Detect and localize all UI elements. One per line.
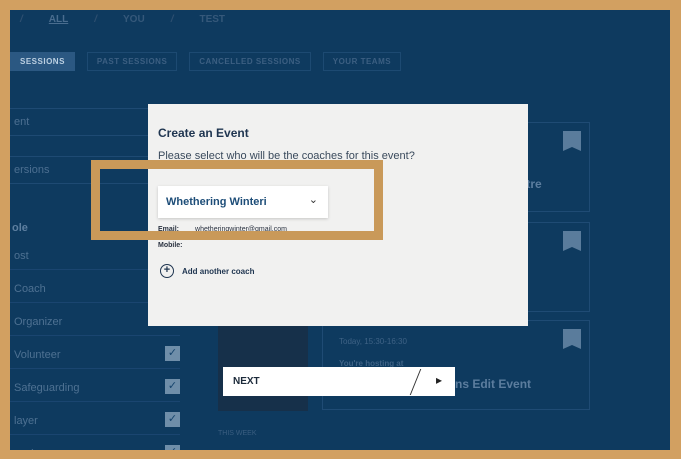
caret-right-icon: ▸ xyxy=(436,373,443,387)
filter-test[interactable]: TEST xyxy=(199,14,225,25)
role-label: Volunteer xyxy=(14,348,61,361)
bookmark-icon[interactable] xyxy=(563,131,581,151)
role-label: Organizer xyxy=(14,315,63,328)
modal-title: Create an Event xyxy=(158,126,249,140)
next-label: NEXT xyxy=(233,376,260,387)
role-row-volunteer[interactable]: Volunteer ✓ xyxy=(10,341,180,369)
tab-past-sessions[interactable]: PAST SESSIONS xyxy=(86,52,178,71)
tab-your-teams[interactable]: YOUR TEAMS xyxy=(322,52,402,71)
highlight-box xyxy=(91,160,383,240)
event-card[interactable]: Today, 15:30-16:30 You're hosting at ns … xyxy=(322,320,590,410)
plus-circle-icon: + xyxy=(160,264,174,278)
filter-separator: / xyxy=(20,13,23,25)
next-button[interactable]: NEXT ▸ xyxy=(223,367,455,396)
checkbox-checked[interactable]: ✓ xyxy=(165,379,180,394)
session-tabs: SESSIONS PAST SESSIONS CANCELLED SESSION… xyxy=(10,52,402,71)
coach-mobile: Mobile: xyxy=(158,242,183,249)
bookmark-icon[interactable] xyxy=(563,231,581,251)
checkbox-checked[interactable]: ✓ xyxy=(165,445,180,450)
event-card-title: ns Edit Event xyxy=(455,377,532,391)
filter-you[interactable]: YOU xyxy=(123,14,145,25)
filter-separator: / xyxy=(170,13,174,25)
checkbox-checked[interactable]: ✓ xyxy=(165,412,180,427)
add-coach-button[interactable]: + Add another coach xyxy=(160,264,254,278)
tab-cancelled-sessions[interactable]: CANCELLED SESSIONS xyxy=(189,52,311,71)
role-label: ost xyxy=(14,249,29,262)
filter-separator: / xyxy=(94,13,98,25)
divider xyxy=(409,369,422,395)
role-label: Coach xyxy=(14,282,46,295)
mobile-label: Mobile: xyxy=(158,242,183,249)
role-row-session[interactable]: ession ✓ xyxy=(10,440,180,450)
checkbox-checked[interactable]: ✓ xyxy=(165,346,180,361)
section-label: THIS WEEK xyxy=(218,430,257,437)
filter-bar: / ALL / YOU / TEST xyxy=(10,10,280,28)
filter-all[interactable]: ALL xyxy=(49,14,68,25)
event-card-time: Today, 15:30-16:30 xyxy=(339,337,407,346)
sidebar-input-event[interactable]: ent xyxy=(10,108,150,136)
tab-sessions[interactable]: SESSIONS xyxy=(10,52,75,71)
role-heading: ole xyxy=(12,222,28,234)
role-row-safeguarding[interactable]: Safeguarding ✓ xyxy=(10,374,180,402)
bookmark-icon[interactable] xyxy=(563,329,581,349)
role-label: ession xyxy=(14,448,46,451)
role-label: layer xyxy=(14,414,38,427)
add-coach-label: Add another coach xyxy=(182,266,255,276)
role-row-player[interactable]: layer ✓ xyxy=(10,407,180,435)
role-label: Safeguarding xyxy=(14,381,80,394)
